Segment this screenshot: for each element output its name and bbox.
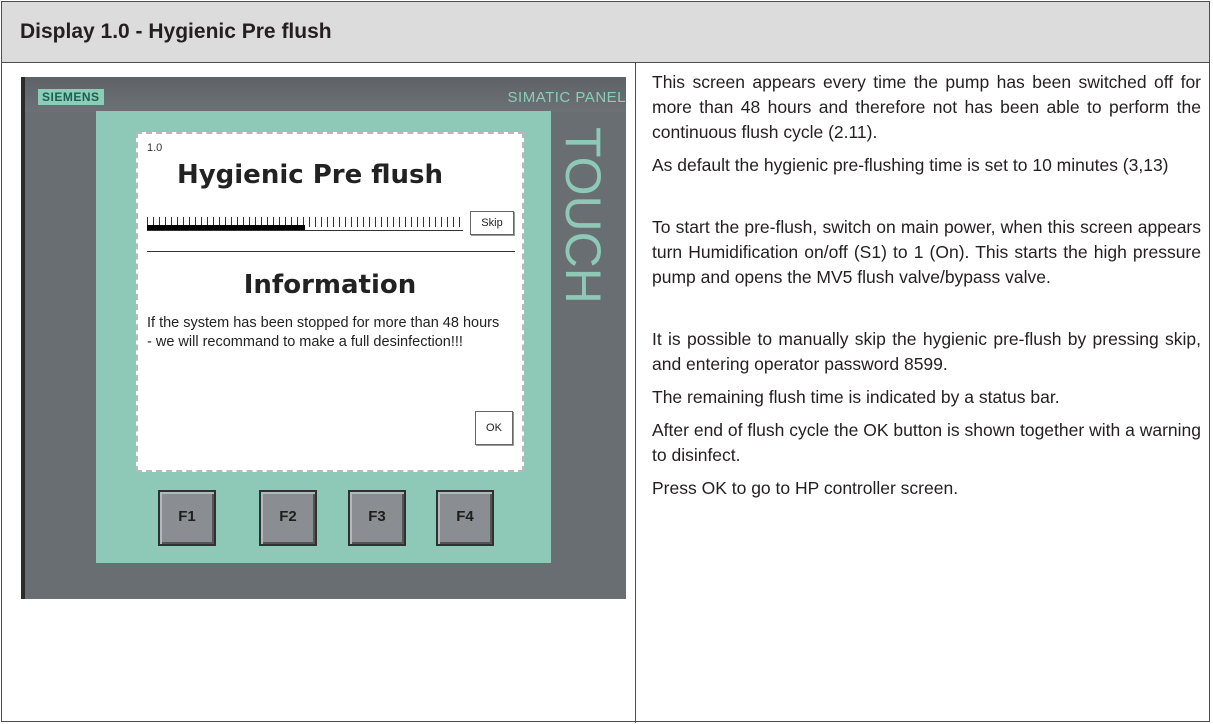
- ok-button[interactable]: OK: [475, 411, 513, 445]
- document-table: Display 1.0 - Hygienic Pre flush SIEMENS…: [1, 1, 1210, 723]
- panel-screen: 1.0 Hygienic Pre flush Skip Information …: [136, 132, 524, 472]
- description-column: This screen appears every time the pump …: [652, 70, 1201, 509]
- info-heading: Information: [243, 270, 417, 300]
- f4-key[interactable]: F4: [436, 490, 494, 546]
- description-paragraph: This screen appears every time the pump …: [652, 72, 1201, 142]
- f2-key[interactable]: F2: [259, 490, 317, 546]
- description-paragraph: To start the pre-flush, switch on main p…: [652, 217, 1201, 287]
- description-paragraph: As default the hygienic pre-flushing tim…: [652, 155, 1169, 175]
- panel-top-bar: SIEMENS SIMATIC PANEL: [25, 77, 626, 112]
- touch-label: TOUCH: [555, 127, 611, 304]
- panel-frame-edge: [21, 77, 25, 599]
- screen-title: Hygienic Pre flush: [176, 160, 444, 190]
- f1-key[interactable]: F1: [158, 490, 216, 546]
- flush-progress-bar: [147, 217, 463, 231]
- panel-model-label: SIMATIC PANEL: [507, 89, 626, 106]
- description-paragraph: The remaining flush time is indicated by…: [652, 387, 1060, 407]
- info-message: If the system has been stopped for more …: [147, 315, 500, 350]
- section-title: Display 1.0 - Hygienic Pre flush: [2, 2, 1209, 63]
- description-paragraph: It is possible to manually skip the hygi…: [652, 329, 1201, 374]
- description-paragraph: After end of flush cycle the OK button i…: [652, 420, 1201, 465]
- f3-key[interactable]: F3: [348, 490, 406, 546]
- progress-fill: [147, 225, 305, 230]
- description-paragraph: Press OK to go to HP controller screen.: [652, 478, 959, 498]
- screen-id: 1.0: [147, 142, 163, 154]
- screen-divider: [147, 251, 515, 252]
- column-divider: [635, 63, 636, 723]
- hmi-panel-image: SIEMENS SIMATIC PANEL TOUCH 1.0 Hygienic…: [21, 77, 626, 599]
- skip-button[interactable]: Skip: [470, 211, 514, 235]
- siemens-logo: SIEMENS: [38, 89, 104, 105]
